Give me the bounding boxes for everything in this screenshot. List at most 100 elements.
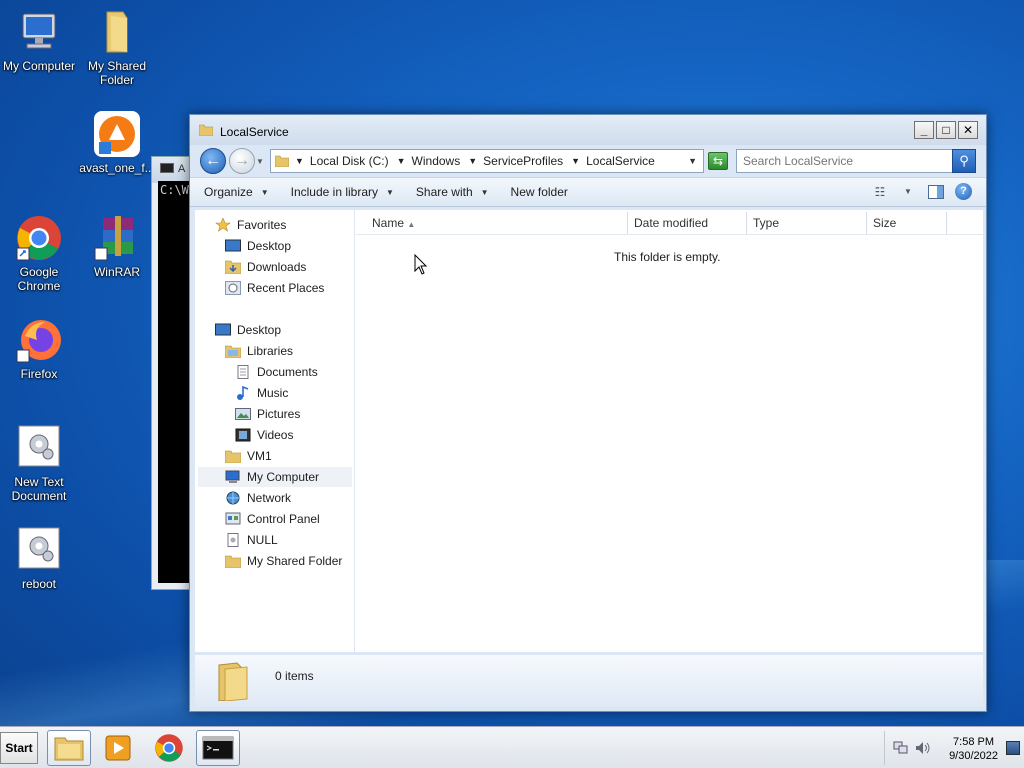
nav-item-desktop-root[interactable]: Desktop (215, 320, 281, 340)
recent-pages-chevron-icon[interactable]: ▼ (256, 157, 264, 166)
winrar-icon (93, 214, 141, 262)
maximize-button[interactable]: □ (936, 121, 956, 139)
star-icon (215, 217, 231, 232)
minimize-button[interactable]: _ (914, 121, 934, 139)
folder-icon (54, 737, 84, 761)
command-bar: Organize ▼ Include in library ▼ Share with… (190, 177, 986, 207)
desktop-icon (215, 323, 231, 337)
refresh-button[interactable]: ⇆ (708, 152, 728, 170)
breadcrumb-item[interactable]: ▼ LocalService (571, 154, 655, 168)
empty-folder-message: This folder is empty. (614, 250, 721, 264)
chevron-down-icon[interactable]: ▼ (295, 156, 304, 166)
nav-item-libraries[interactable]: Libraries (224, 341, 293, 361)
address-bar[interactable]: ▼ Local Disk (C:) ▼ Windows ▼ ServiceProfil… (270, 149, 704, 173)
chevron-down-icon[interactable]: ▼ (397, 156, 406, 166)
clock-date: 9/30/2022 (949, 750, 998, 762)
breadcrumb-item[interactable]: ▼ ServiceProfiles (468, 154, 563, 168)
firefox-icon (15, 316, 63, 364)
column-header-name[interactable]: Name ▲ (356, 212, 628, 234)
breadcrumb-item[interactable]: ▼ Windows (397, 154, 461, 168)
file-icon (225, 533, 241, 547)
nav-item-music[interactable]: Music (235, 383, 288, 403)
desktop-icon-google-chrome[interactable]: Google Chrome (0, 214, 78, 293)
network-status-icon[interactable] (893, 741, 909, 755)
title-bar[interactable]: LocalService _ □ ✕ (190, 115, 986, 145)
preview-pane-icon[interactable] (927, 184, 945, 200)
control-panel-icon (225, 512, 241, 526)
nav-item-null[interactable]: NULL (225, 530, 278, 550)
forward-button[interactable]: → (229, 148, 255, 174)
search-icon[interactable]: ⚲ (952, 149, 976, 173)
mouse-cursor-icon (414, 254, 428, 275)
chevron-down-icon: ▼ (386, 187, 394, 197)
taskbar-chrome[interactable] (147, 730, 191, 766)
start-button[interactable]: Start (0, 732, 38, 764)
column-header-size[interactable]: Size (867, 212, 947, 234)
include-in-library-button[interactable]: Include in library ▼ (291, 185, 394, 199)
show-desktop-button[interactable] (1006, 741, 1020, 755)
desktop-icon-firefox[interactable]: Firefox (0, 316, 78, 381)
clock[interactable]: 7:58 PM 9/30/2022 (949, 735, 998, 763)
desktop-icon-my-shared-folder[interactable]: My Shared Folder (78, 8, 156, 87)
system-tray: 7:58 PM 9/30/2022 (884, 731, 1024, 765)
search-box[interactable]: ⚲ (736, 149, 976, 173)
close-button[interactable]: ✕ (958, 121, 978, 139)
pictures-icon (235, 407, 251, 421)
gear-file-icon (15, 526, 63, 574)
chevron-down-icon[interactable]: ▼ (571, 156, 580, 166)
network-icon (225, 491, 241, 505)
downloads-folder-icon (224, 260, 242, 275)
organize-button[interactable]: Organize ▼ (204, 185, 269, 199)
desktop-icon-label: Google Chrome (17, 265, 61, 293)
new-folder-button[interactable]: New folder (511, 185, 568, 199)
help-icon[interactable]: ? (955, 183, 972, 200)
nav-item-vm1[interactable]: VM1 (224, 446, 272, 466)
nav-item-control-panel[interactable]: Control Panel (225, 509, 320, 529)
nav-item-downloads[interactable]: Downloads (224, 257, 306, 277)
libraries-icon (224, 344, 242, 359)
chrome-icon (15, 214, 63, 262)
explorer-window[interactable]: LocalService _ □ ✕ ← → ▼ ▼ Local Disk (C:… (189, 114, 987, 712)
file-list-pane[interactable]: Name ▲ Date modified Type Size This fold… (356, 210, 983, 652)
desktop-icon-reboot[interactable]: reboot (0, 526, 78, 591)
view-options-chevron-icon[interactable]: ▼ (899, 184, 917, 200)
desktop-icon-my-computer[interactable]: My Computer (0, 8, 78, 73)
nav-item-favorites[interactable]: Favorites (215, 215, 286, 235)
volume-icon[interactable] (915, 741, 931, 755)
recent-places-icon (225, 281, 241, 295)
chevron-down-icon[interactable]: ▼ (468, 156, 477, 166)
nav-item-pictures[interactable]: Pictures (235, 404, 300, 424)
column-header-type[interactable]: Type (747, 212, 867, 234)
desktop-icon-avast[interactable]: avast_one_f... (78, 110, 156, 175)
taskbar-media-player[interactable] (96, 730, 140, 766)
nav-item-documents[interactable]: Documents (235, 362, 318, 382)
nav-item-desktop[interactable]: Desktop (225, 236, 291, 256)
desktop-icon-label: My Computer (2, 59, 76, 73)
folder-icon (199, 124, 213, 136)
search-input[interactable] (737, 154, 947, 168)
computer-icon (15, 8, 63, 56)
taskbar-explorer[interactable] (47, 730, 91, 766)
desktop-icon-winrar[interactable]: WinRAR (78, 214, 156, 279)
chevron-down-icon: ▼ (480, 187, 489, 197)
navigation-pane: Favorites Desktop Downloads Recent Place… (195, 210, 355, 652)
breadcrumb-item[interactable]: ▼ Local Disk (C:) (295, 154, 389, 168)
console-icon (160, 163, 174, 173)
back-button[interactable]: ← (200, 148, 226, 174)
address-dropdown-icon[interactable]: ▼ (688, 156, 697, 166)
desktop-icon-label: reboot (21, 577, 57, 591)
desktop-icon-new-text-document[interactable]: New Text Document (0, 424, 78, 503)
clock-time: 7:58 PM (953, 736, 995, 748)
nav-item-my-shared-folder[interactable]: My Shared Folder (224, 551, 342, 571)
column-header-date-modified[interactable]: Date modified (628, 212, 747, 234)
content-area: Favorites Desktop Downloads Recent Place… (195, 210, 983, 652)
nav-item-my-computer[interactable]: My Computer (198, 467, 352, 487)
share-with-button[interactable]: Share with ▼ (416, 185, 489, 199)
taskbar-console[interactable] (196, 730, 240, 766)
videos-icon (235, 428, 251, 442)
nav-item-videos[interactable]: Videos (235, 425, 293, 445)
nav-item-network[interactable]: Network (225, 488, 291, 508)
change-view-icon[interactable]: ☷ (871, 184, 889, 200)
chevron-down-icon: ▼ (260, 187, 269, 197)
nav-item-recent-places[interactable]: Recent Places (225, 278, 324, 298)
